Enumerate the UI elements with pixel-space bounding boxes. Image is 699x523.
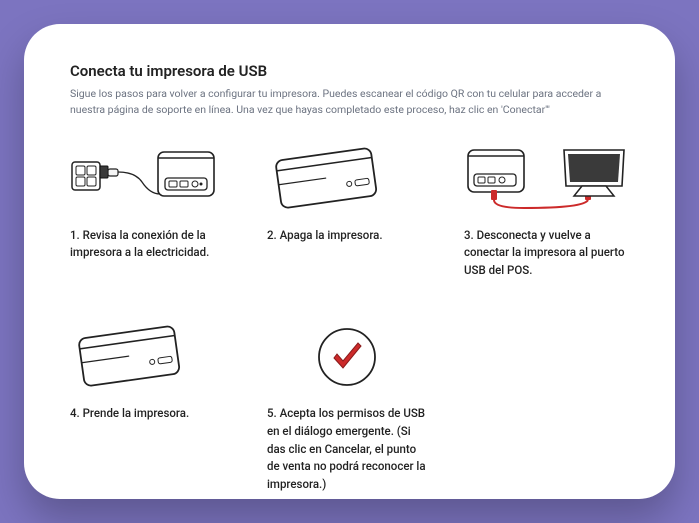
step-1: 1. Revisa la conexión de la impresora a …	[70, 142, 229, 280]
page-subtitle: Sigue los pasos para volver a configurar…	[70, 86, 629, 118]
printer-on-illustration	[70, 320, 229, 395]
step-4: 4. Prende la impresora.	[70, 320, 229, 494]
step-label: 5. Acepta los permisos de USB en el diál…	[267, 405, 426, 494]
step-5: 5. Acepta los permisos de USB en el diál…	[267, 320, 426, 494]
checkmark-illustration	[267, 320, 426, 395]
step-3: 3. Desconecta y vuelve a conectar la imp…	[464, 142, 629, 280]
step-label: 1. Revisa la conexión de la impresora a …	[70, 227, 229, 263]
instruction-card: Conecta tu impresora de USB Sigue los pa…	[24, 24, 675, 499]
printer-power-illustration	[70, 142, 229, 217]
printer-off-illustration	[267, 142, 426, 217]
steps-grid: 1. Revisa la conexión de la impresora a …	[70, 142, 629, 495]
step-label: 2. Apaga la impresora.	[267, 227, 426, 245]
step-label: 3. Desconecta y vuelve a conectar la imp…	[464, 227, 629, 280]
step-label: 4. Prende la impresora.	[70, 405, 229, 423]
printer-usb-pos-illustration	[464, 142, 629, 217]
page-title: Conecta tu impresora de USB	[70, 62, 629, 80]
step-2: 2. Apaga la impresora.	[267, 142, 426, 280]
